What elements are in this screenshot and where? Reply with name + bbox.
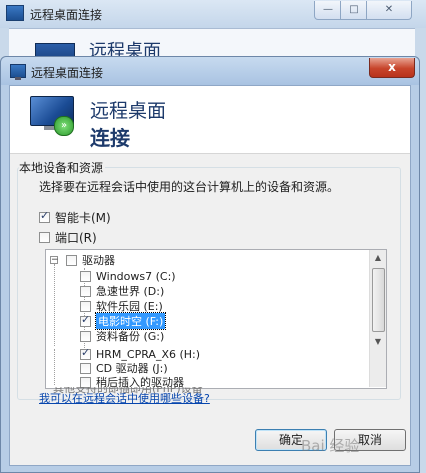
drive-label: 急速世界 (D:) xyxy=(96,285,165,298)
drive-label: Windows7 (C:) xyxy=(96,269,176,283)
dialog-close-button[interactable]: x xyxy=(369,58,415,78)
scroll-down-icon[interactable]: ▼ xyxy=(370,334,386,350)
tree-row-drive-selected[interactable]: 电影时空 (F:) xyxy=(80,312,167,330)
drive-checkbox[interactable] xyxy=(80,285,91,297)
tree-row-drives[interactable]: − 驱动器 xyxy=(50,253,115,267)
tree-row-drive[interactable]: CD 驱动器 (J:) xyxy=(80,361,168,375)
drives-tree-view-continued[interactable]: HRM_CPRA_X6 (H:) CD 驱动器 (J:) 稍后插入的驱动器 xyxy=(45,349,387,389)
connection-arrow-icon: » xyxy=(54,116,74,136)
watermark-text: Bai 经验 xyxy=(301,437,360,455)
background-titlebar: 远程桌面连接 — □ ✕ xyxy=(0,0,426,28)
scrollbar-thumb[interactable] xyxy=(372,268,385,332)
dialog-title: 远程桌面连接 xyxy=(31,66,104,80)
smart-card-label: 智能卡(M) xyxy=(55,210,111,225)
tree-row-drive[interactable]: Windows7 (C:) xyxy=(80,269,176,283)
drive-label: 电影时空 (F:) xyxy=(94,312,167,330)
scroll-up-icon[interactable]: ▲ xyxy=(370,250,386,266)
dialog-titlebar[interactable]: 远程桌面连接 x xyxy=(1,57,419,85)
drive-label: HRM_CPRA_X6 (H:) xyxy=(96,349,201,361)
heading-line-1: 远程桌面 xyxy=(90,100,167,122)
heading-line-2: 连接 xyxy=(90,126,130,150)
dialog-header: » 远程桌面 连接 xyxy=(10,86,410,154)
smart-card-checkbox[interactable] xyxy=(39,209,50,223)
drive-checkbox[interactable] xyxy=(80,313,91,327)
drive-checkbox[interactable] xyxy=(80,270,91,282)
ports-checkbox[interactable] xyxy=(39,231,50,243)
drive-label: 软件乐园 (E:) xyxy=(96,300,163,313)
tree-vertical-scrollbar[interactable]: ▲ ▼ xyxy=(369,250,386,350)
drives-label: 驱动器 xyxy=(82,254,115,267)
tree-row-drive[interactable]: 急速世界 (D:) xyxy=(80,284,164,298)
minimize-button[interactable]: — xyxy=(314,1,342,20)
drive-checkbox[interactable] xyxy=(80,362,91,374)
drive-label: 资料备份 (G:) xyxy=(96,330,165,343)
remote-desktop-dialog: 远程桌面连接 x » 远程桌面 连接 本地设备和资源 选择要在远程会话中使用的这… xyxy=(0,56,420,473)
tree-vertical-scrollbar-lower[interactable] xyxy=(369,349,386,387)
drive-checkbox[interactable] xyxy=(80,376,91,388)
remote-desktop-app-icon xyxy=(10,64,26,80)
ports-checkbox-row[interactable]: 端口(R) xyxy=(39,229,97,245)
remote-desktop-app-icon xyxy=(6,5,24,21)
background-close-button[interactable]: ✕ xyxy=(366,1,412,20)
tree-guide-line xyxy=(54,349,55,385)
devices-help-link[interactable]: 我可以在远程会话中使用哪些设备? xyxy=(39,390,210,406)
tree-row-drive[interactable]: 软件乐园 (E:) xyxy=(80,299,163,313)
drives-checkbox[interactable] xyxy=(66,254,77,266)
collapse-expander-icon[interactable]: − xyxy=(50,256,59,265)
smart-card-checkbox-row[interactable]: 智能卡(M) xyxy=(39,209,111,225)
background-window-title: 远程桌面连接 xyxy=(30,8,103,22)
local-resources-description: 选择要在远程会话中使用的这台计算机上的设备和资源。 xyxy=(39,180,340,194)
maximize-button[interactable]: □ xyxy=(340,1,368,20)
tree-guide-line xyxy=(54,264,55,346)
ports-label: 端口(R) xyxy=(55,230,97,245)
drive-checkbox[interactable] xyxy=(80,330,91,342)
tree-row-drive[interactable]: 资料备份 (G:) xyxy=(80,329,164,343)
remote-desktop-monitor-icon: » xyxy=(30,96,74,136)
drive-checkbox[interactable] xyxy=(80,300,91,312)
drives-tree-view[interactable]: − 驱动器 Windows7 (C:) 急速世界 (D:) 软件乐园 (E:) … xyxy=(45,249,387,351)
local-resources-group-label: 本地设备和资源 xyxy=(19,159,106,176)
drive-checkbox[interactable] xyxy=(80,349,91,360)
